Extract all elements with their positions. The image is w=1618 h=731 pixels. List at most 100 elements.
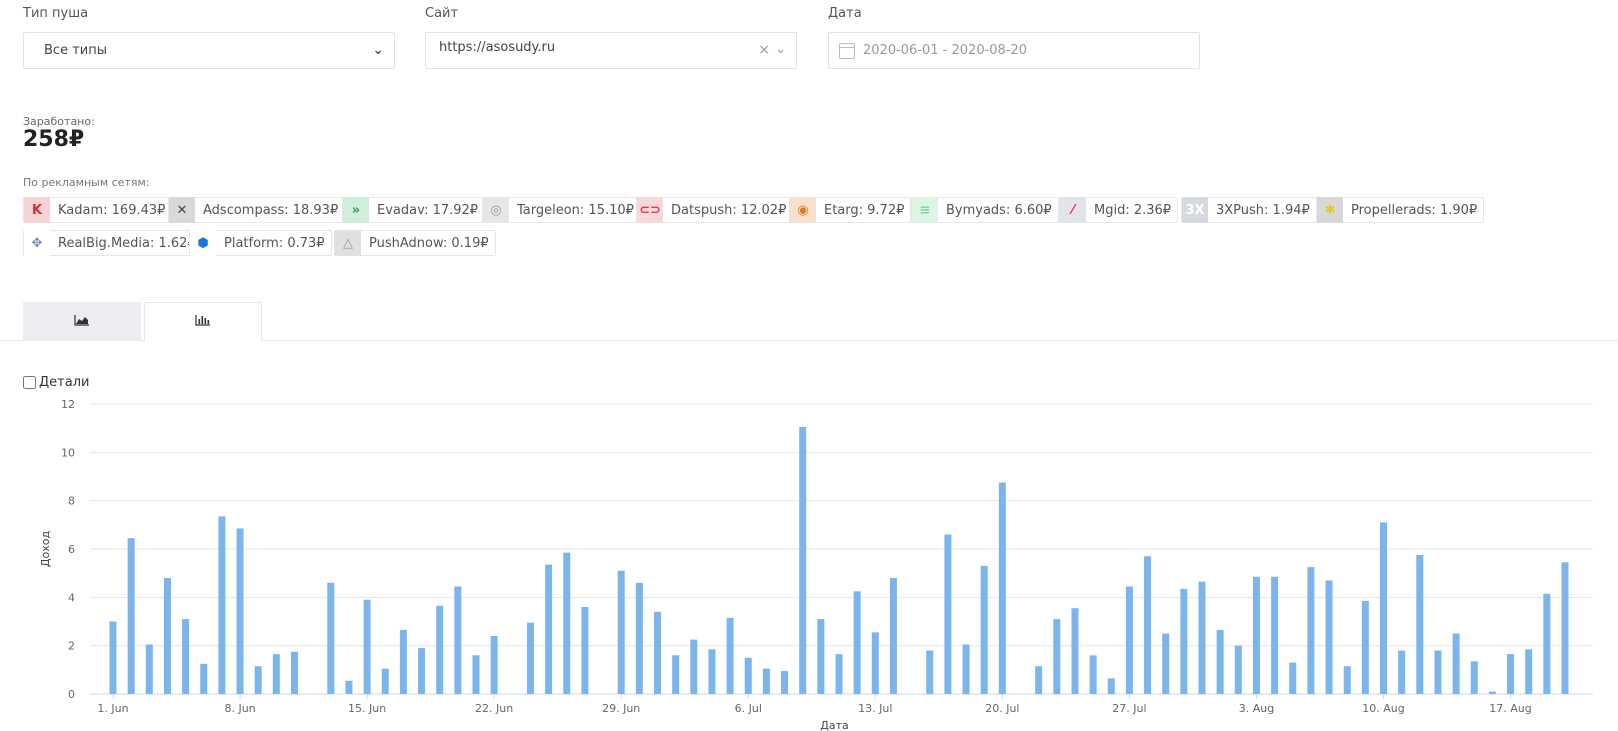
network-chip-label: Mgid: 2.36₽ <box>1094 202 1172 218</box>
bar <box>635 582 643 694</box>
date-label: Дата <box>828 6 862 21</box>
bar <box>363 599 371 694</box>
adscompass-icon: ✕ <box>169 197 195 223</box>
bar <box>835 654 843 694</box>
bar <box>762 668 770 694</box>
network-chip: ◉ Etarg: 9.72₽ <box>789 197 912 223</box>
bar <box>1543 593 1551 694</box>
bar <box>418 648 426 694</box>
evadav-icon: » <box>343 197 369 223</box>
targeleon-icon: ◎ <box>483 197 509 223</box>
realbig-media-icon: ✥ <box>24 230 50 256</box>
network-chip: ⁄ Mgid: 2.36₽ <box>1059 197 1179 223</box>
tab-area-chart[interactable] <box>23 302 141 341</box>
bar <box>1234 645 1242 694</box>
area-chart-icon <box>74 314 90 330</box>
bar <box>1452 633 1460 694</box>
bar <box>1307 567 1315 694</box>
network-chip: » Evadav: 17.92₽ <box>342 197 486 223</box>
bar <box>581 607 589 694</box>
y-tick-label: 4 <box>68 591 75 604</box>
kadam-icon: K <box>24 197 50 223</box>
x-tick-label: 20. Jul <box>985 702 1019 715</box>
bar-chart-icon <box>195 314 211 330</box>
bar <box>1162 633 1170 694</box>
details-toggle[interactable]: Детали <box>23 375 89 390</box>
network-chip-label: Etarg: 9.72₽ <box>824 202 905 218</box>
bar <box>218 516 226 694</box>
bar <box>708 649 716 694</box>
bar <box>926 650 934 694</box>
x-tick-label: 3. Aug <box>1239 702 1274 715</box>
bar <box>1561 562 1569 694</box>
details-checkbox[interactable] <box>23 376 36 389</box>
bar <box>998 482 1006 694</box>
network-chip-label: Propellerads: 1.90₽ <box>1351 202 1478 218</box>
x-tick-label: 6. Jul <box>735 702 762 715</box>
network-chip: △ PushAdnow: 0.19₽ <box>334 230 496 256</box>
network-chip-label: Platform: 0.73₽ <box>224 235 325 251</box>
network-chip: ≡ Bymyads: 6.60₽ <box>911 197 1059 223</box>
bar <box>345 680 353 694</box>
etarg-icon: ◉ <box>790 197 816 223</box>
network-chip: ✱ Propellerads: 1.90₽ <box>1316 197 1485 223</box>
date-range-input[interactable]: 2020-06-01 - 2020-08-20 <box>828 32 1200 69</box>
bar <box>1380 522 1387 694</box>
x-tick-label: 1. Jun <box>97 702 128 715</box>
bar <box>744 657 752 694</box>
pushadnow-icon: △ <box>335 230 361 256</box>
bar <box>1125 586 1133 694</box>
bar <box>1071 608 1079 694</box>
network-chip-label: Bymyads: 6.60₽ <box>946 202 1052 218</box>
bar <box>871 632 879 694</box>
bar <box>1089 655 1097 694</box>
network-chip-label: Kadam: 169.43₽ <box>58 202 166 218</box>
site-select[interactable]: https://asosudy.ru × ⌄ <box>425 32 797 69</box>
bar <box>1525 649 1533 694</box>
bar <box>690 639 698 694</box>
y-tick-label: 2 <box>68 640 75 653</box>
network-chip-label: RealBig.Media: 1.62₽ <box>58 235 196 251</box>
push-type-select[interactable]: Все типы ⌄ <box>23 32 395 69</box>
bar <box>1361 600 1369 694</box>
bar <box>490 636 498 694</box>
bar <box>254 666 262 694</box>
bar <box>980 565 988 694</box>
mgid-icon: ⁄ <box>1060 197 1086 223</box>
bar <box>472 655 480 694</box>
bar <box>944 534 952 694</box>
bar <box>127 538 135 694</box>
bar <box>962 644 970 694</box>
bar <box>1470 661 1478 694</box>
network-chip: ◎ Targeleon: 15.10₽ <box>482 197 641 223</box>
bar <box>1144 556 1152 694</box>
bar <box>109 621 117 694</box>
bar <box>1325 580 1333 694</box>
y-tick-label: 10 <box>61 446 75 459</box>
bar <box>236 528 244 694</box>
push-type-label: Тип пуша <box>23 6 89 21</box>
network-chip-label: Evadav: 17.92₽ <box>377 202 479 218</box>
bar <box>291 651 298 694</box>
clear-icon[interactable]: × <box>758 42 770 58</box>
y-tick-label: 6 <box>68 543 75 556</box>
network-chip: 3X 3XPush: 1.94₽ <box>1181 197 1317 223</box>
bar <box>726 617 734 694</box>
tab-bar-chart[interactable] <box>144 302 262 342</box>
bar <box>526 622 534 694</box>
bar <box>200 663 208 694</box>
bar <box>545 564 553 694</box>
bar <box>1216 629 1224 694</box>
bar <box>853 591 861 694</box>
bar <box>1289 662 1297 694</box>
chevron-down-icon: ⌄ <box>372 42 384 58</box>
bar <box>272 654 280 694</box>
3xpush-icon: 3X <box>1182 197 1208 223</box>
bymyads-icon: ≡ <box>912 197 938 223</box>
revenue-bar-chart: 0 2 4 6 8 10 12 Доход 1. Jun 8. Jun 15. Jun 22. Jun… <box>39 398 1593 731</box>
x-tick-label: 15. Jun <box>348 702 386 715</box>
y-tick-label: 0 <box>68 688 75 701</box>
network-chip: K Kadam: 169.43₽ <box>23 197 173 223</box>
bar <box>1053 619 1061 694</box>
bar <box>1398 650 1406 694</box>
